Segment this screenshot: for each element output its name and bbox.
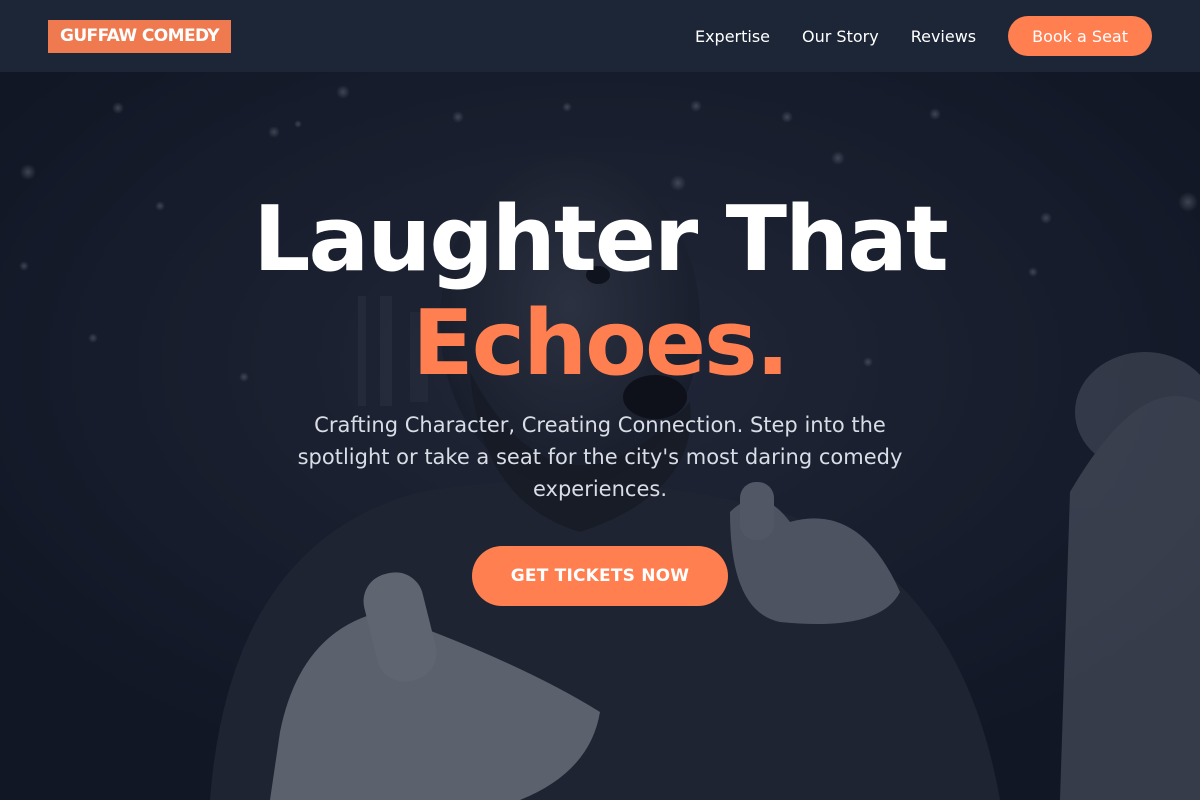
hero-section: Laughter That Echoes. Crafting Character… <box>0 72 1200 800</box>
top-navbar: GUFFAW COMEDY Expertise Our Story Review… <box>0 0 1200 72</box>
hero-headline-line2: Echoes. <box>412 291 790 396</box>
nav-link-reviews[interactable]: Reviews <box>911 27 976 46</box>
hero-headline-line1: Laughter That <box>253 187 949 292</box>
hero-subtitle: Crafting Character, Creating Connection.… <box>297 413 903 501</box>
nav-link-expertise[interactable]: Expertise <box>695 27 770 46</box>
nav-link-our-story[interactable]: Our Story <box>802 27 879 46</box>
nav-links: Expertise Our Story Reviews Book a Seat <box>695 16 1152 56</box>
get-tickets-button[interactable]: GET TICKETS NOW <box>472 546 728 606</box>
brand-logo[interactable]: GUFFAW COMEDY <box>48 19 231 53</box>
book-a-seat-button[interactable]: Book a Seat <box>1008 16 1152 56</box>
